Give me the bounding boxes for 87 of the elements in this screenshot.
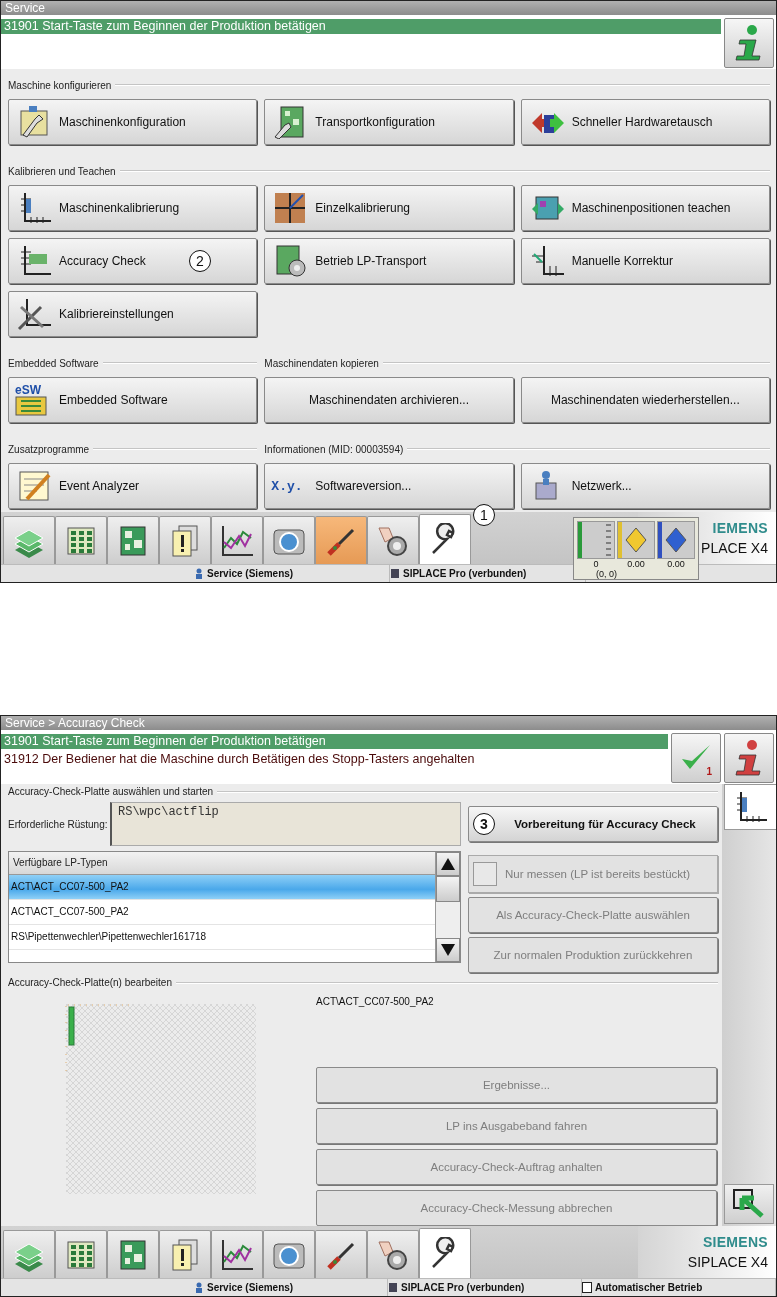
- list-item[interactable]: ACT\ACT_CC07-500_PA2: [9, 875, 435, 900]
- menu-button[interactable]: Einzelkalibrierung: [264, 185, 514, 231]
- brand-name: IEMENS: [712, 520, 768, 536]
- nav-tab[interactable]: [419, 514, 471, 564]
- checkbox-label: Nur messen (LP ist bereits bestückt): [505, 868, 691, 880]
- menu-button[interactable]: Maschinenkalibrierung: [8, 185, 258, 231]
- position-reading: (0, 0): [596, 569, 617, 579]
- status-text: Service (Siemens): [207, 568, 294, 579]
- user-icon: [194, 1282, 204, 1293]
- model-name: SIPLACE X4: [687, 1254, 768, 1270]
- tools-axes-icon: [17, 297, 53, 331]
- status-text: SIPLACE Pro (verbunden): [403, 568, 527, 579]
- scroll-up-button[interactable]: [436, 852, 460, 876]
- diamond-icon: [625, 527, 647, 553]
- menu-button[interactable]: Maschinendaten archivieren...: [264, 377, 514, 423]
- line-chart-icon: [219, 523, 255, 558]
- window-title: Service: [1, 1, 776, 15]
- setup-field: RS\wpc\actflip: [110, 802, 461, 846]
- arrow-icon: [732, 1188, 766, 1220]
- down-triangle-icon: [440, 943, 456, 957]
- prepare-button[interactable]: 3 Vorbereitung für Accuracy Check: [468, 806, 718, 842]
- side-tab[interactable]: [724, 784, 776, 830]
- model-name: PLACE X4: [701, 540, 768, 556]
- line-chart-icon: [219, 1237, 255, 1272]
- axes-icon: [529, 244, 566, 278]
- callout-number: 3: [473, 813, 495, 835]
- status-message: 31912 Der Bediener hat die Maschine durch Betätigen des Stopp-Tasters angehalten: [3, 752, 476, 767]
- nav-tab[interactable]: [107, 516, 159, 564]
- acknowledge-button[interactable]: 1: [671, 733, 721, 783]
- menu-button[interactable]: Maschinenpositionen teachen: [520, 185, 770, 231]
- mode-icon: [582, 1282, 592, 1293]
- menu-button[interactable]: Transportkonfiguration: [264, 99, 514, 145]
- menu-button[interactable]: Betrieb LP-Transport: [264, 238, 514, 284]
- group-label: Maschinendaten kopieren: [264, 357, 379, 369]
- computer-icon: [388, 1282, 398, 1293]
- menu-button[interactable]: Kalibriereinstellungen: [8, 291, 258, 337]
- notepad-pencil-icon: [17, 469, 53, 503]
- brand-name: SIEMENS: [702, 1234, 768, 1250]
- meter-scale-icon: [606, 524, 611, 556]
- info-button[interactable]: [724, 18, 774, 68]
- group-label: Kalibrieren und Teachen: [8, 165, 116, 177]
- icon-label: eSW: [15, 384, 41, 396]
- status-message: 31901 Start-Taste zum Beginnen der Produktion betätigen: [1, 19, 721, 34]
- status-text: SIPLACE Pro (verbunden): [401, 1282, 525, 1293]
- scroll-thumb[interactable]: [436, 876, 460, 902]
- chip-stack-icon: [15, 396, 47, 416]
- meter-reading: 0: [593, 559, 599, 569]
- field-label: Erforderliche Rüstung:: [8, 818, 109, 830]
- status-text: Automatischer Betrieb: [595, 1282, 703, 1293]
- group-label: Informationen (MID: 00003594): [264, 443, 404, 455]
- info-button[interactable]: [724, 733, 774, 783]
- exit-button[interactable]: [724, 1184, 774, 1224]
- scroll-down-button[interactable]: [436, 938, 460, 962]
- group-label: Maschine konfigurieren: [8, 79, 112, 91]
- meter-reading: 0.00: [667, 559, 685, 569]
- menu-button[interactable]: X.y. Softwareversion...: [264, 463, 514, 509]
- status-text: Service (Siemens): [207, 1282, 294, 1293]
- column-header: Verfügbare LP-Typen: [9, 852, 435, 875]
- group-label: Accuracy-Check-Platte auswählen und starten: [8, 786, 214, 797]
- nav-tab[interactable]: [107, 1230, 159, 1278]
- group-label: Embedded Software: [8, 357, 99, 369]
- nav-tab[interactable]: [211, 516, 263, 564]
- icon-label: X.y.: [271, 479, 304, 493]
- up-triangle-icon: [440, 857, 456, 871]
- menu-button[interactable]: eSW Embedded Software: [8, 377, 258, 423]
- callout-number: 2: [189, 250, 211, 272]
- menu-button[interactable]: Event Analyzer: [8, 463, 258, 509]
- plate-name: ACT\ACT_CC07-500_PA2: [316, 996, 434, 1007]
- nav-tab[interactable]: [419, 1228, 471, 1278]
- menu-button[interactable]: Accuracy Check 2: [8, 238, 258, 284]
- group-label: Accuracy-Check-Platte(n) bearbeiten: [8, 977, 172, 988]
- menu-button[interactable]: Manuelle Korrektur: [520, 238, 770, 284]
- user-icon: [194, 568, 204, 579]
- window-title: Service > Accuracy Check: [1, 716, 776, 730]
- nav-tab[interactable]: [367, 516, 419, 564]
- message-count: 1: [706, 766, 712, 777]
- diamond-icon: [665, 527, 687, 553]
- computer-icon: [390, 568, 400, 579]
- status-message: 31901 Start-Taste zum Beginnen der Produktion betätigen: [1, 734, 668, 749]
- group-label: Zusatzprogramme: [8, 443, 90, 455]
- menu-button[interactable]: Maschinenkonfiguration: [8, 99, 258, 145]
- menu-button[interactable]: Schneller Hardwaretausch: [520, 99, 770, 145]
- menu-button[interactable]: Netzwerk...: [520, 463, 770, 509]
- nav-tab[interactable]: [367, 1230, 419, 1278]
- nav-tab[interactable]: [211, 1230, 263, 1278]
- menu-button[interactable]: Maschinendaten wiederherstellen...: [520, 377, 770, 423]
- meter-reading: 0.00: [627, 559, 645, 569]
